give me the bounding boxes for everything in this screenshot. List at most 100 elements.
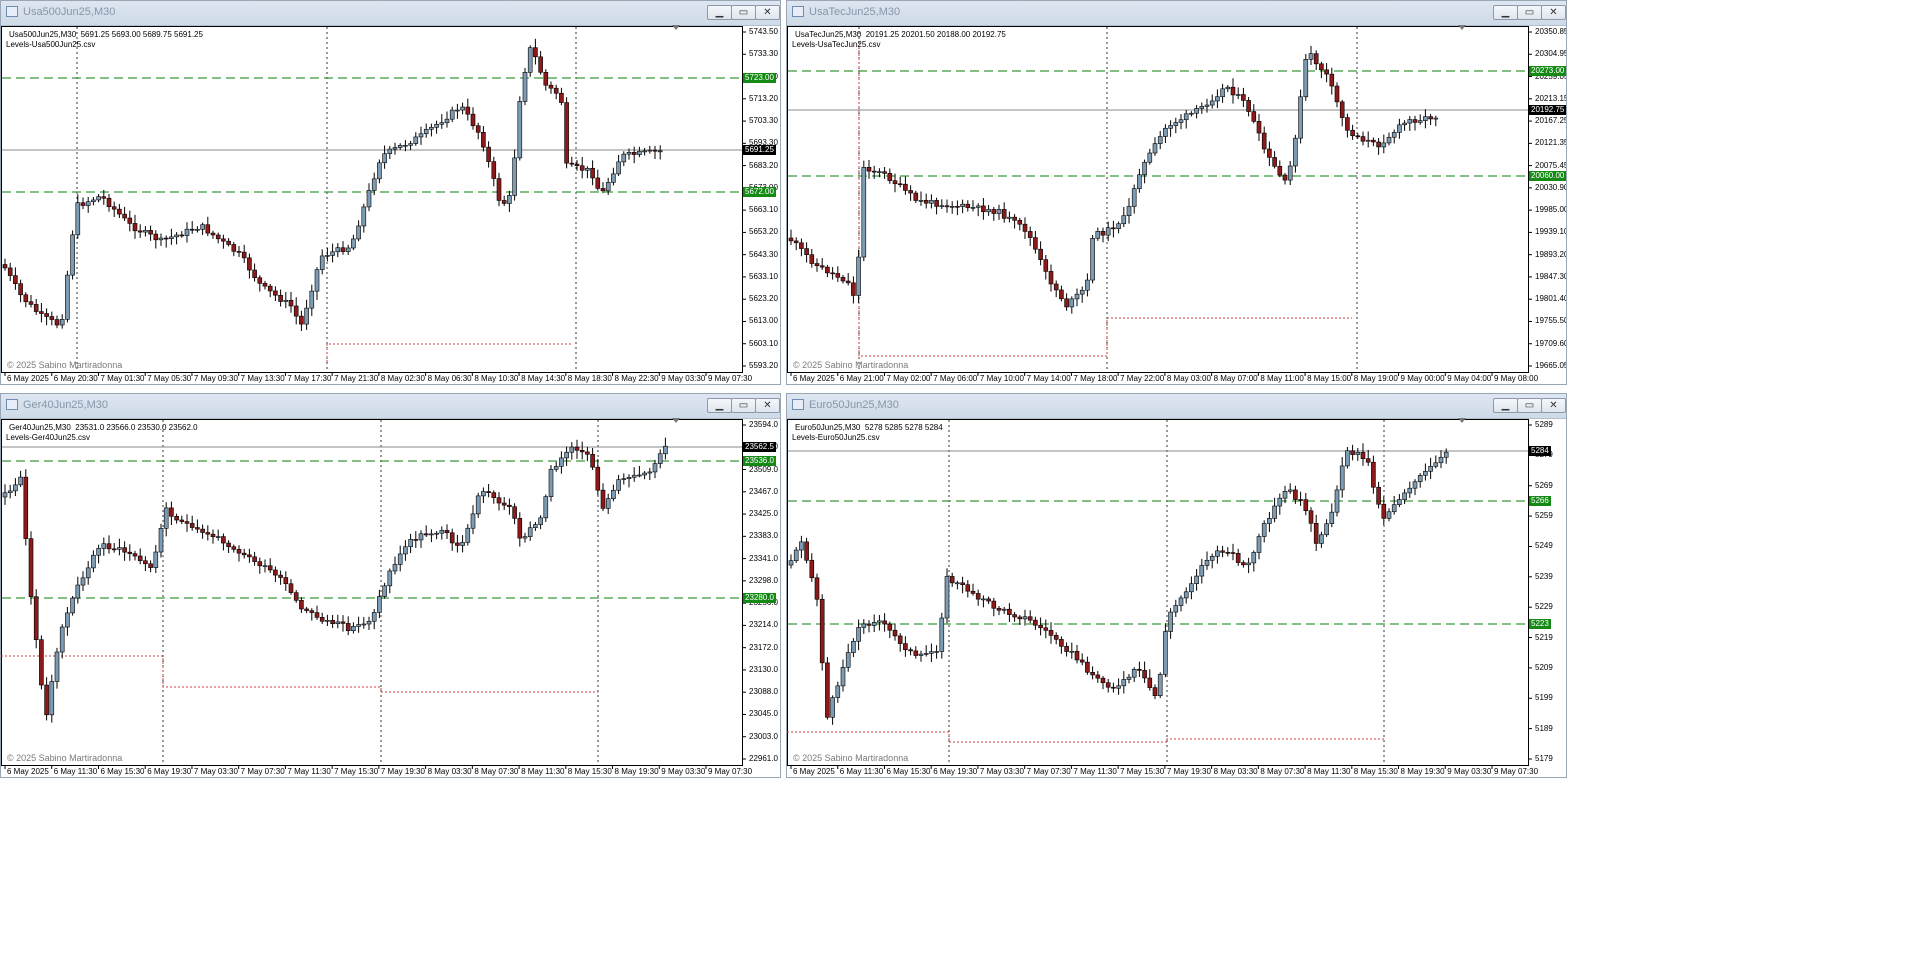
bull-candle [960, 203, 965, 207]
level-price-tag: 20060.00 [1529, 171, 1566, 181]
bull-candle [351, 626, 356, 632]
bull-candle [1183, 113, 1189, 121]
time-tick-label: 8 May 15:30 [1353, 767, 1398, 776]
candlestick-plot[interactable] [787, 419, 1566, 777]
bear-candle [1355, 135, 1361, 138]
time-tick-label: 6 May 15:30 [886, 767, 931, 776]
bear-candle [512, 506, 517, 519]
maximize-button[interactable]: ▭ [1517, 398, 1542, 413]
minimize-button[interactable]: ▁ [707, 5, 732, 20]
time-tick-label: 7 May 17:30 [287, 374, 332, 383]
bear-candle [465, 106, 471, 115]
bear-candle [423, 533, 429, 536]
bear-candle [1111, 227, 1116, 230]
window-titlebar[interactable]: UsaTecJun25,M30 ▁ ▭ ✕ [787, 1, 1566, 26]
time-tick-label: 7 May 22:00 [1120, 374, 1165, 383]
bull-candle [1397, 499, 1402, 505]
shift-triangle-icon[interactable] [672, 418, 680, 423]
bear-candle [574, 163, 580, 167]
bull-candle [1173, 605, 1179, 613]
bull-candle [408, 143, 413, 146]
price-chart[interactable]: Euro50Jun25,M30 5278 5285 5278 5284 Leve… [787, 418, 1566, 777]
bear-candle [49, 316, 55, 320]
bull-candle [184, 228, 190, 236]
bull-candle [616, 161, 621, 175]
bull-candle [1204, 559, 1210, 566]
bull-candle [1001, 608, 1007, 611]
price-chart[interactable]: UsaTecJun25,M30 20191.25 20201.50 20188.… [787, 25, 1567, 384]
chart-window-euro50[interactable]: Euro50Jun25,M30 ▁ ▭ ✕ Euro50Jun25,M30 52… [786, 393, 1567, 778]
bear-candle [54, 319, 60, 326]
minimize-button[interactable]: ▁ [707, 398, 732, 413]
bear-candle [825, 266, 830, 274]
minimize-button[interactable]: ▁ [1493, 5, 1518, 20]
close-button[interactable]: ✕ [1541, 5, 1566, 20]
bear-candle [975, 593, 981, 600]
candlestick-plot[interactable] [787, 26, 1566, 384]
bull-candle [361, 623, 367, 626]
close-button[interactable]: ✕ [755, 5, 780, 20]
bull-candle [1095, 231, 1101, 239]
bull-candle [830, 697, 835, 718]
candlestick-plot[interactable] [1, 26, 780, 384]
bear-candle [252, 556, 257, 562]
shift-triangle-icon[interactable] [1458, 25, 1466, 30]
chart-window-icon [792, 6, 804, 17]
bear-candle [210, 533, 216, 538]
window-titlebar[interactable]: Euro50Jun25,M30 ▁ ▭ ✕ [787, 394, 1566, 419]
chart-window-usatec[interactable]: UsaTecJun25,M30 ▁ ▭ ✕ UsaTecJun25,M30 20… [786, 0, 1567, 385]
bear-candle [39, 311, 44, 314]
time-tick-label: 7 May 13:30 [240, 374, 285, 383]
window-titlebar[interactable]: Ger40Jun25,M30 ▁ ▭ ✕ [1, 394, 780, 419]
bull-candle [569, 446, 575, 453]
bull-candle [1423, 470, 1428, 476]
chart-window-usa500[interactable]: Usa500Jun25,M30 ▁ ▭ ✕ Usa500Jun25,M30 56… [0, 0, 781, 385]
bull-candle [1152, 143, 1158, 154]
bear-candle [814, 263, 820, 267]
maximize-button[interactable]: ▭ [731, 398, 756, 413]
bull-candle [527, 527, 533, 537]
price-chart[interactable]: Ger40Jun25,M30 23531.0 23566.0 23530.0 2… [1, 418, 780, 777]
maximize-button[interactable]: ▭ [731, 5, 756, 20]
bear-candle [1012, 216, 1017, 221]
price-tick-label: 5643.30 [749, 249, 778, 259]
bull-candle [538, 517, 543, 525]
bear-candle [111, 206, 117, 210]
bull-candle [319, 255, 325, 270]
price-tick-label: 19893.20 [1535, 249, 1567, 259]
bear-candle [809, 254, 815, 264]
close-button[interactable]: ✕ [755, 398, 780, 413]
bull-candle [1069, 650, 1075, 653]
window-titlebar[interactable]: Usa500Jun25,M30 ▁ ▭ ✕ [1, 1, 780, 26]
bear-candle [221, 536, 226, 544]
bear-candle [330, 620, 335, 624]
time-tick-label: 7 May 19:30 [1166, 767, 1211, 776]
current-price-tag: 5691.25 [743, 145, 776, 155]
bear-candle [241, 251, 247, 259]
maximize-button[interactable]: ▭ [1517, 5, 1542, 20]
bear-candle [835, 273, 841, 278]
bull-candle [1319, 534, 1324, 544]
bull-candle [59, 626, 65, 653]
price-chart[interactable]: Usa500Jun25,M30 5691.25 5693.00 5689.75 … [1, 25, 780, 384]
bull-candle [1121, 215, 1127, 225]
bear-candle [1017, 219, 1023, 225]
time-tick-label: 7 May 11:30 [1073, 767, 1117, 776]
minimize-button[interactable]: ▁ [1493, 398, 1518, 413]
bear-candle [28, 538, 34, 597]
price-tick-label: 23214.0 [749, 620, 778, 630]
bear-candle [595, 466, 601, 491]
shift-triangle-icon[interactable] [672, 25, 680, 30]
bear-candle [871, 170, 877, 173]
bear-candle [579, 450, 585, 453]
price-tick-label: 5199 [1535, 693, 1553, 703]
bull-candle [1386, 511, 1392, 519]
shift-triangle-icon[interactable] [1458, 418, 1466, 423]
symbol-info: Euro50Jun25,M30 5278 5285 5278 5284 [795, 423, 943, 432]
bull-candle [585, 167, 590, 171]
close-button[interactable]: ✕ [1541, 398, 1566, 413]
bear-candle [267, 285, 273, 292]
time-tick-label: 8 May 02:30 [380, 374, 425, 383]
candlestick-plot[interactable] [1, 419, 780, 777]
chart-window-ger40[interactable]: Ger40Jun25,M30 ▁ ▭ ✕ Ger40Jun25,M30 2353… [0, 393, 781, 778]
